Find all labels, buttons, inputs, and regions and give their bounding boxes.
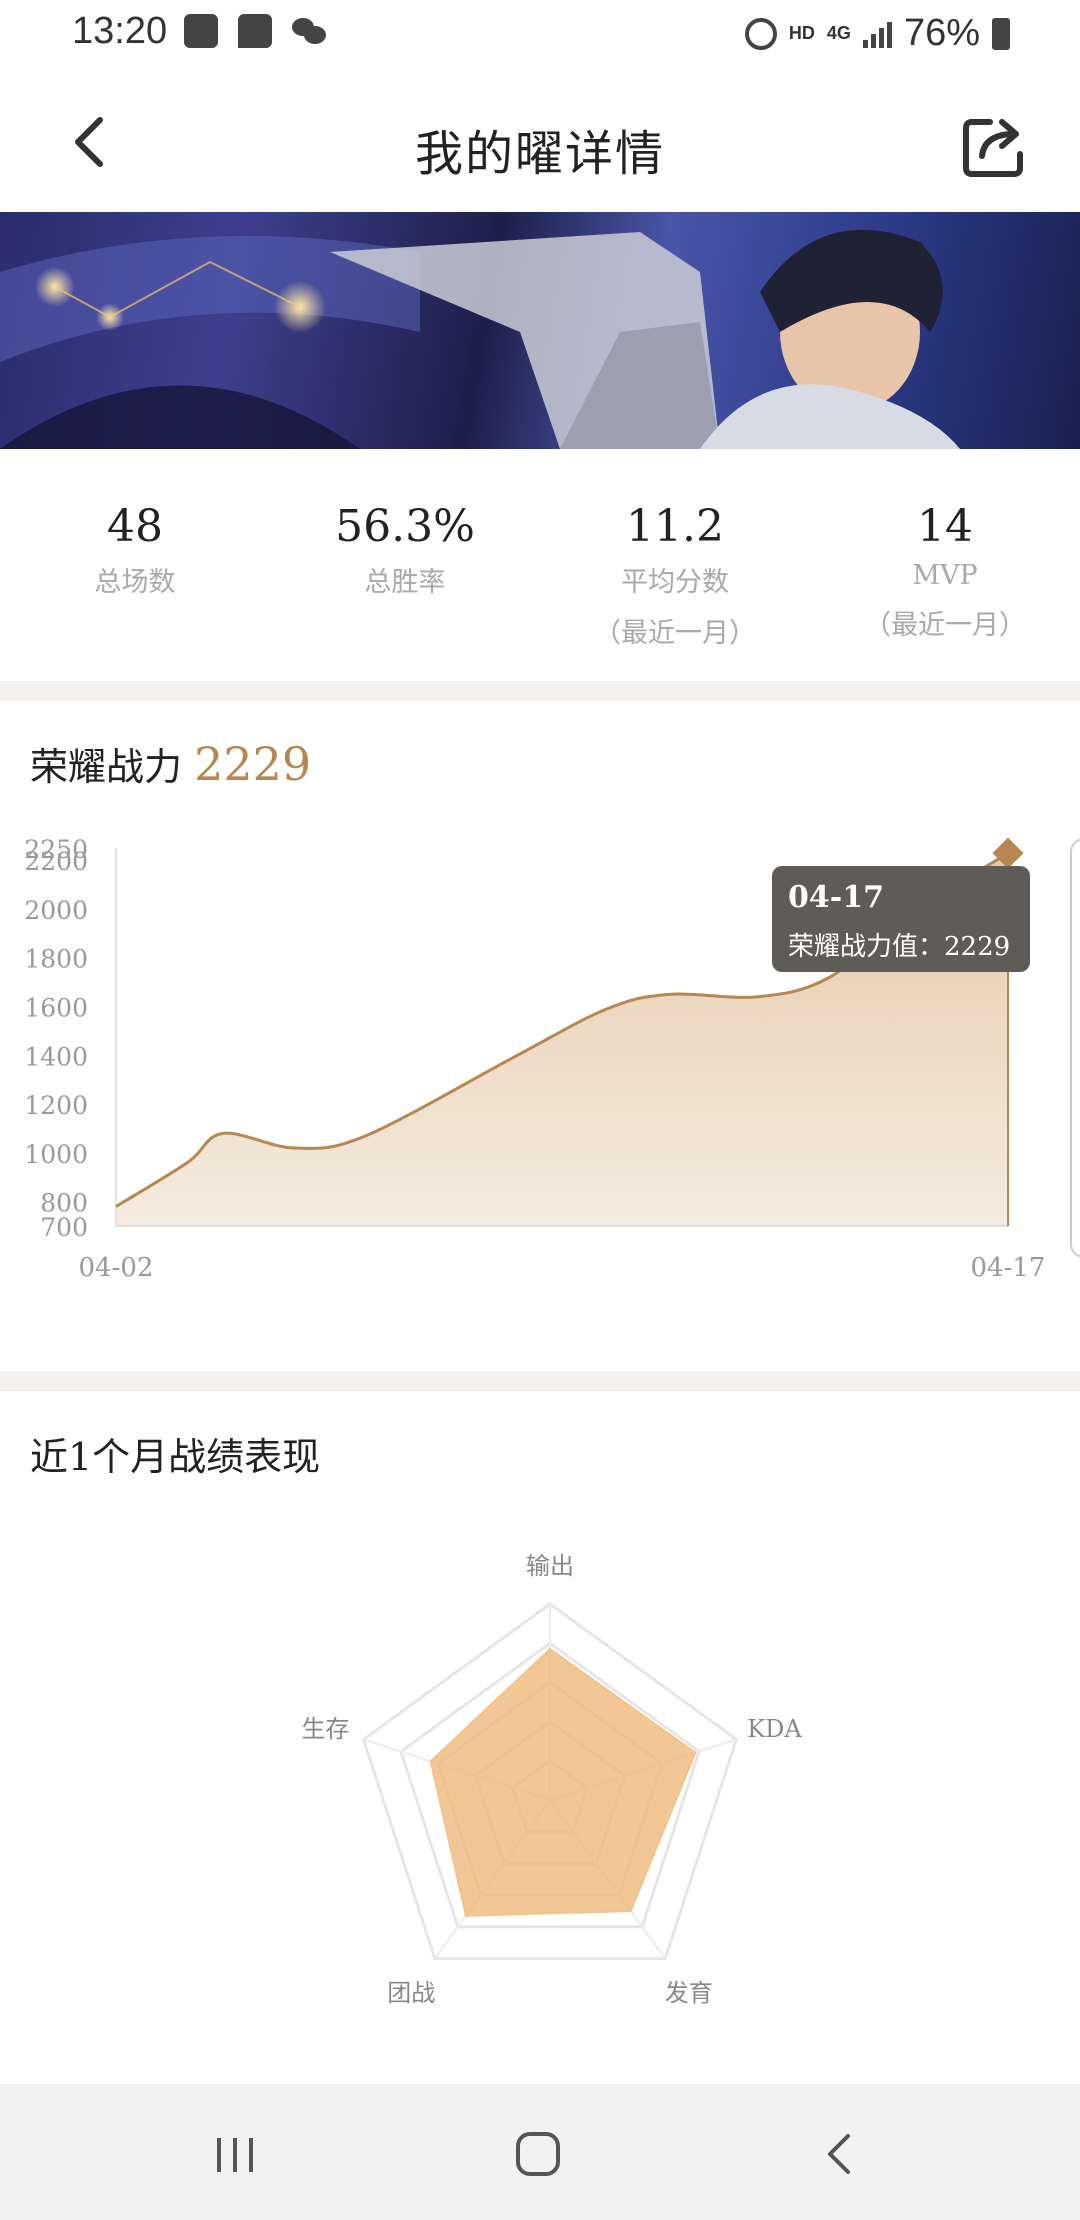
system-icons: HD 4G 76% [744,12,1010,55]
stat-win-rate: 56.3% 总胜率 [270,449,540,681]
power-value: 2229 [194,737,312,791]
tooltip-date: 04-17 [788,880,884,915]
stat-label: 总场数 [94,567,176,598]
notification-icons [184,14,326,48]
stat-total-games: 48 总场数 [0,449,270,681]
power-label: 荣耀战力 [30,745,183,789]
gallery-icon [184,14,218,48]
system-nav-bar [0,2084,1080,2220]
status-bar: 13:20 HD 4G 76% [0,0,1080,68]
wechat-icon [292,14,326,48]
stat-label: 总胜率 [364,567,446,598]
y-tick-label: 1200 [24,1091,88,1120]
radar-axis-label: 发育 [665,1979,713,2007]
y-tick-label: 1600 [24,994,88,1023]
y-tick-label: 1800 [24,945,88,974]
chart-side-handle[interactable] [1070,838,1080,1258]
radar-axis-label: 输出 [526,1552,574,1580]
radar-axis-label: 生存 [302,1715,350,1743]
y-tick-label: 1000 [24,1140,88,1169]
chart-tooltip: 04-17 荣耀战力值：2229 [772,866,1030,972]
hd-indicator: HD [788,23,815,43]
power-heading: 荣耀战力 2229 [30,736,311,791]
stat-value: 48 [107,501,163,552]
status-time: 13:20 [72,10,168,52]
message-icon [238,14,272,48]
stat-value: 14 [917,501,973,552]
signal-icon [862,20,892,48]
page-title: 我的曜详情 [414,126,665,182]
alarm-icon [744,17,777,50]
stat-mvp: 14 MVP （最近一月） [810,449,1080,681]
stat-average-score: 11.2 平均分数 （最近一月） [540,449,810,681]
radar-axis-label: 团战 [387,1979,435,2007]
recent-apps-icon[interactable] [205,2124,265,2184]
home-icon[interactable] [508,2124,568,2184]
app-header: 我的曜详情 [0,68,1080,212]
battery-percent: 76% [903,12,980,54]
hero-artwork [0,229,960,449]
stat-value: 11.2 [626,501,724,552]
stat-value: 56.3% [335,501,475,552]
section-divider [0,1371,1080,1391]
share-icon[interactable] [960,112,1030,178]
radar-axis-label: KDA [747,1715,802,1743]
y-tick-label: 1400 [24,1042,88,1071]
hero-banner [0,212,1080,449]
stat-sublabel: （最近一月） [594,618,756,649]
x-tick-label: 04-02 [79,1253,154,1283]
network-indicator: 4G [826,23,851,43]
radar-chart-svg: 输出 KDA 发育 团战 生存 [302,1552,803,2007]
performance-radar: 输出 KDA 发育 团战 生存 [0,1500,1080,2020]
back-icon[interactable] [810,2124,870,2184]
y-tick-label: 800 [40,1189,88,1218]
tooltip-value: 荣耀战力值：2229 [788,932,1011,962]
x-tick-label: 04-17 [971,1253,1046,1283]
stat-label: MVP [912,560,978,591]
stats-row: 48 总场数 56.3% 总胜率 11.2 平均分数 （最近一月） 14 MVP… [0,449,1080,681]
radar-area [429,1647,697,1917]
performance-title: 近1个月战绩表现 [30,1435,321,1479]
y-tick-label: 2250 [24,835,88,864]
stat-label: 平均分数 [621,567,729,598]
stat-sublabel: （最近一月） [864,610,1026,641]
battery-icon [992,17,1010,50]
y-tick-label: 2000 [24,896,88,925]
section-divider [0,681,1080,701]
